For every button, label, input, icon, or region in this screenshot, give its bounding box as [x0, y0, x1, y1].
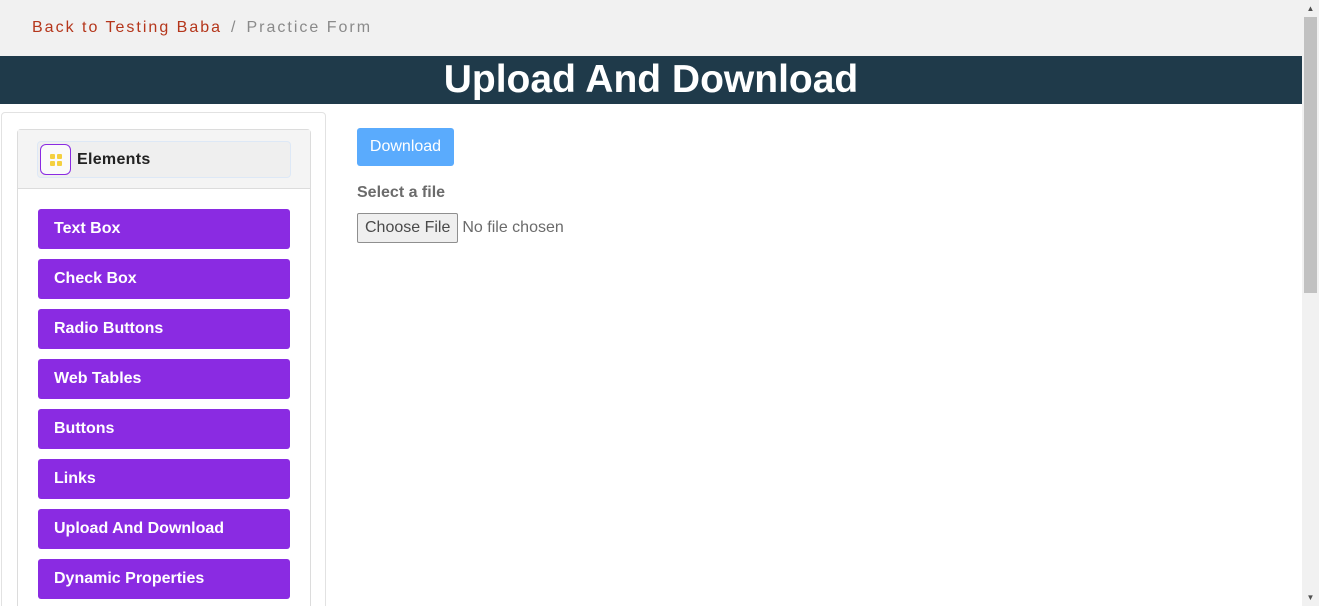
sidebar: Elements Text Box Check Box Radio Button…: [1, 112, 326, 606]
elements-accordion: Elements Text Box Check Box Radio Button…: [17, 129, 311, 606]
main-content: Download Select a file Choose File No fi…: [357, 128, 564, 243]
sidebar-item-text-box[interactable]: Text Box: [38, 209, 290, 249]
elements-section-title: Elements: [77, 150, 151, 168]
grid-icon: [40, 144, 71, 175]
page-banner: Upload And Download: [0, 56, 1302, 104]
elements-accordion-title-bar[interactable]: Elements: [37, 141, 291, 178]
elements-accordion-header[interactable]: Elements: [18, 130, 310, 189]
download-button[interactable]: Download: [357, 128, 454, 166]
scroll-up-arrow-icon[interactable]: ▲: [1302, 0, 1319, 17]
sidebar-item-upload-and-download[interactable]: Upload And Download: [38, 509, 290, 549]
sidebar-item-buttons[interactable]: Buttons: [38, 409, 290, 449]
sidebar-item-check-box[interactable]: Check Box: [38, 259, 290, 299]
sidebar-item-dynamic-properties[interactable]: Dynamic Properties: [38, 559, 290, 599]
elements-menu: Text Box Check Box Radio Buttons Web Tab…: [18, 189, 310, 599]
sidebar-item-radio-buttons[interactable]: Radio Buttons: [38, 309, 290, 349]
sidebar-item-links[interactable]: Links: [38, 459, 290, 499]
choose-file-button[interactable]: Choose File: [357, 213, 459, 243]
sidebar-item-web-tables[interactable]: Web Tables: [38, 359, 290, 399]
back-to-testing-baba-link[interactable]: Back to Testing Baba: [32, 19, 222, 37]
breadcrumb: Back to Testing Baba / Practice Form: [0, 0, 1302, 56]
breadcrumb-current: Practice Form: [246, 19, 373, 36]
file-input[interactable]: Choose File No file chosen: [357, 213, 564, 243]
scrollbar-thumb[interactable]: [1304, 17, 1317, 293]
scroll-down-arrow-icon[interactable]: ▼: [1302, 589, 1319, 606]
page-title: Upload And Download: [443, 58, 859, 101]
page-scrollbar[interactable]: ▲ ▼: [1302, 0, 1319, 606]
file-status-text: No file chosen: [462, 219, 564, 236]
select-file-label: Select a file: [357, 184, 446, 201]
page: Back to Testing Baba / Practice Form Upl…: [0, 0, 1319, 606]
breadcrumb-separator: /: [231, 19, 238, 36]
